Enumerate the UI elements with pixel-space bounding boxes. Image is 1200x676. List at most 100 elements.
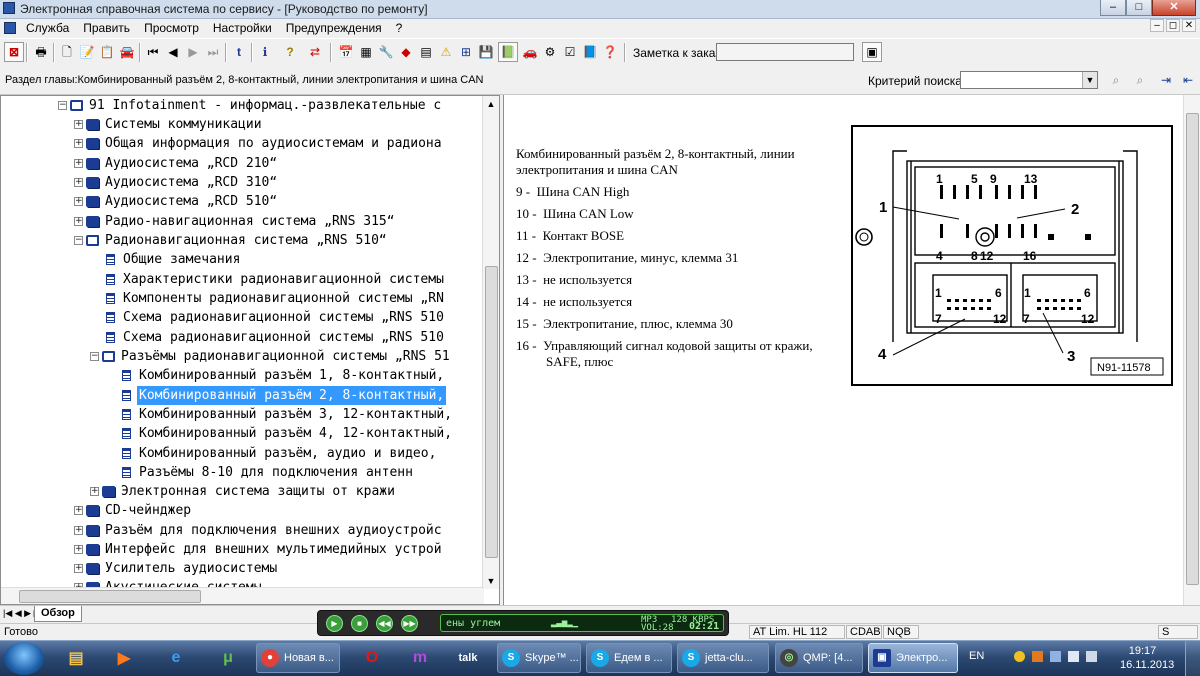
clock[interactable]: 19:17 16.11.2013 [1120, 644, 1174, 672]
exit-icon[interactable]: ⊠ [4, 42, 24, 62]
tree-item[interactable]: + Системы коммуникации [74, 115, 264, 134]
first-page-icon[interactable]: ⏮ [143, 42, 163, 62]
document-icon[interactable] [4, 22, 16, 34]
tree-item[interactable]: Схема радионавигационной системы „RNS 51… [106, 308, 446, 327]
order-note-button[interactable]: ▣ [862, 42, 882, 62]
talk-icon[interactable]: talk [446, 643, 490, 673]
chevron-down-icon[interactable]: ▼ [1082, 72, 1097, 88]
tree-item[interactable]: Комбинированный разъём 4, 12-контактный, [122, 424, 454, 443]
tree-item[interactable]: + CD-чейнджер [74, 501, 193, 520]
maximize-button[interactable]: □ [1126, 0, 1152, 16]
expand-all-icon[interactable]: ⇥ [1156, 70, 1176, 90]
help-icon[interactable]: ? [280, 42, 300, 62]
volume-icon[interactable] [1086, 651, 1097, 662]
tree-item[interactable]: Комбинированный разъём, аудио и видео, [122, 444, 438, 463]
guide-icon[interactable]: 📘 [580, 42, 600, 62]
taskbar-button-skype-chat[interactable]: S Едем в ... [586, 643, 672, 673]
tree-item[interactable]: + Электронная система защиты от кражи [90, 482, 397, 501]
tree-item[interactable]: + Усилитель аудиосистемы [74, 559, 279, 578]
taskbar-button-chrome[interactable]: ● Новая в... [256, 643, 340, 673]
tab-overview[interactable]: Обзор [34, 606, 82, 622]
expand-icon[interactable]: + [74, 197, 83, 206]
tree-item[interactable]: + Аудиосистема „RCD 310“ [74, 173, 279, 192]
tree-item[interactable]: + Общая информация по аудиосистемам и рад… [74, 134, 444, 153]
warning-icon[interactable]: ⚠ [436, 42, 456, 62]
order-note-input[interactable] [716, 43, 854, 61]
car-icon[interactable]: 🚘 [117, 42, 137, 62]
search-criteria-select[interactable]: ▼ [960, 71, 1098, 89]
show-desktop-button[interactable] [1185, 641, 1200, 676]
menu-warnings[interactable]: Предупреждения [286, 21, 382, 35]
query-icon[interactable]: ❓ [600, 42, 620, 62]
taskbar-button-elsa[interactable]: ▣ Электро... [868, 643, 958, 673]
opera-icon[interactable]: O [350, 643, 394, 673]
tree-item[interactable]: Комбинированный разъём 3, 12-контактный, [122, 405, 454, 424]
menu-edit[interactable]: Править [83, 21, 130, 35]
mail-agent-icon[interactable]: m [398, 643, 442, 673]
expand-icon[interactable]: + [74, 178, 83, 187]
network-icon[interactable] [1068, 651, 1079, 662]
collapse-icon[interactable]: − [58, 101, 67, 110]
stop-icon[interactable]: ■ [351, 615, 368, 632]
search-next-icon[interactable]: ⌕ [1130, 70, 1150, 90]
checklist-icon[interactable]: ☑ [560, 42, 580, 62]
language-indicator[interactable]: EN [969, 650, 984, 662]
tree-item[interactable]: Общие замечания [106, 250, 242, 269]
mdi-close-button[interactable]: ✕ [1182, 19, 1196, 32]
tray-notification-icon[interactable] [1032, 651, 1043, 662]
collapse-all-icon[interactable]: ⇤ [1178, 70, 1198, 90]
sync-icon[interactable]: ⇄ [305, 42, 325, 62]
tree-item[interactable]: + Радио-навигационная система „RNS 315“ [74, 212, 397, 231]
new-document-icon[interactable]: 🗋 [57, 42, 77, 62]
scroll-thumb[interactable] [485, 266, 498, 558]
info-icon[interactable]: ℹ [255, 42, 275, 62]
tree-item[interactable]: Компоненты радионавигационной системы „R… [106, 289, 446, 308]
tree-item[interactable]: Схема радионавигационной системы „RNS 51… [106, 328, 446, 347]
calendar-icon[interactable]: 📅 [336, 42, 356, 62]
tree-horizontal-scrollbar[interactable] [1, 587, 484, 604]
module-icon[interactable]: ▦ [356, 42, 376, 62]
tree-item[interactable]: + Интерфейс для внешних мультимедийных ус… [74, 540, 444, 559]
internet-explorer-icon[interactable]: e [154, 643, 198, 673]
tree-item[interactable]: Характеристики радионавигационной систем… [106, 270, 446, 289]
search-icon[interactable]: ⌕ [1106, 70, 1126, 90]
diagnostics-icon[interactable]: ⊞ [456, 42, 476, 62]
expand-icon[interactable]: + [74, 526, 83, 535]
tree-item[interactable]: Разъёмы 8-10 для подключения антенн [122, 463, 415, 482]
next-track-icon[interactable]: ▶▶ [401, 615, 418, 632]
expand-icon[interactable]: + [74, 217, 83, 226]
utorrent-icon[interactable]: μ [206, 643, 250, 673]
tree-item[interactable]: Комбинированный разъём 1, 8-контактный, [122, 366, 446, 385]
content-vertical-scrollbar[interactable] [1183, 95, 1200, 605]
expand-icon[interactable]: + [74, 139, 83, 148]
tray-show-hidden-icon[interactable] [1050, 651, 1061, 662]
mdi-minimize-button[interactable]: – [1150, 19, 1164, 32]
tree-item[interactable]: − Радионавигационная система „RNS 510“ [74, 231, 389, 250]
taskbar-button-skype-chat[interactable]: Sjetta-clu... [677, 643, 769, 673]
collapse-icon[interactable]: − [74, 236, 83, 245]
tools-icon[interactable]: 🔧 [376, 42, 396, 62]
close-button[interactable]: ✕ [1152, 0, 1196, 16]
menu-help[interactable]: ? [396, 21, 403, 35]
scroll-thumb[interactable] [19, 590, 201, 603]
menu-service[interactable]: Служба [26, 21, 69, 35]
vehicle-icon[interactable]: 🚗 [520, 42, 540, 62]
media-player-icon[interactable]: ▶ [102, 643, 146, 673]
tree-vertical-scrollbar[interactable]: ▲ ▼ [482, 96, 499, 589]
taskbar-button-skype[interactable]: S Skype™ ... [497, 643, 581, 673]
start-button[interactable] [4, 642, 44, 675]
workshop-icon[interactable]: ◆ [396, 42, 416, 62]
tree-item[interactable]: −91 Infotainment - информац.-развлекател… [58, 96, 443, 115]
scroll-thumb[interactable] [1186, 113, 1199, 585]
next-page-icon[interactable]: ▶ [183, 42, 203, 62]
last-page-icon[interactable]: ⏭ [203, 42, 223, 62]
previous-track-icon[interactable]: ◀◀ [376, 615, 393, 632]
edit-document-icon[interactable]: 📝 [77, 42, 97, 62]
menu-settings[interactable]: Настройки [213, 21, 272, 35]
menu-view[interactable]: Просмотр [144, 21, 199, 35]
previous-page-icon[interactable]: ◀ [163, 42, 183, 62]
tree-item-selected[interactable]: Комбинированный разъём 2, 8-контактный, [122, 385, 448, 406]
wheel-icon[interactable]: ⚙ [540, 42, 560, 62]
print-icon[interactable]: 🖶 [31, 42, 51, 62]
up-level-icon[interactable]: t [229, 42, 249, 62]
